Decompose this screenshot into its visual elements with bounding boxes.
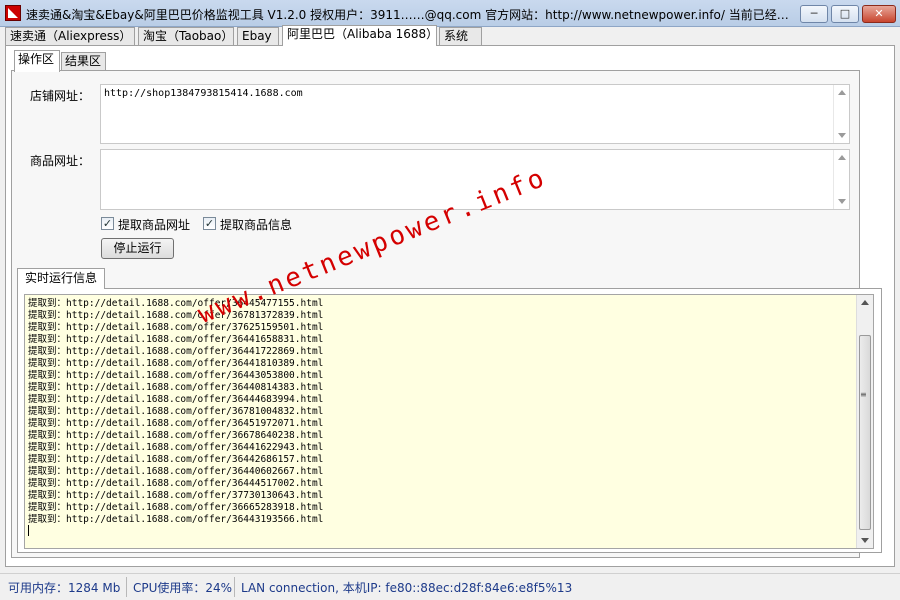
tab-alibaba[interactable]: 阿里巴巴（Alibaba 1688） xyxy=(282,25,438,46)
log-line: 提取到：http://detail.1688.com/offer/3644268… xyxy=(28,454,324,465)
stop-button[interactable]: 停止运行 xyxy=(101,238,174,259)
close-button[interactable]: ✕ xyxy=(862,5,896,23)
log-line: 提取到：http://detail.1688.com/offer/3644181… xyxy=(28,358,324,369)
log-line: 提取到：http://detail.1688.com/offer/3644172… xyxy=(28,346,324,357)
shop-url-label: 店铺网址： xyxy=(30,89,91,103)
window-title: 速卖通&淘宝&Ebay&阿里巴巴价格监视工具 V1.2.0 授权用户：3911…… xyxy=(26,8,789,22)
scroll-up-icon[interactable] xyxy=(861,300,869,305)
shop-url-value: http://shop1384793815414.1688.com xyxy=(104,88,303,99)
log-line: 提取到：http://detail.1688.com/offer/3644165… xyxy=(28,334,324,345)
grip-icon: ≡ xyxy=(860,390,867,399)
subtab-operations[interactable]: 操作区 xyxy=(14,50,60,72)
log-line: 提取到：http://detail.1688.com/offer/3666528… xyxy=(28,502,324,513)
text-cursor xyxy=(28,525,29,536)
log-line: 提取到：http://detail.1688.com/offer/3644305… xyxy=(28,370,324,381)
minimize-button[interactable]: ─ xyxy=(800,5,828,23)
product-url-scrollbar[interactable] xyxy=(833,150,849,209)
status-bar: 可用内存：1284 Mb CPU使用率：24% LAN connection, … xyxy=(0,573,900,600)
log-line: 提取到：http://detail.1688.com/offer/3644468… xyxy=(28,394,324,405)
subtab-results[interactable]: 结果区 xyxy=(61,52,106,71)
tab-aliexpress[interactable]: 速卖通（Aliexpress） xyxy=(5,27,135,46)
shop-url-scrollbar[interactable] xyxy=(833,85,849,143)
log-line: 提取到：http://detail.1688.com/offer/3762515… xyxy=(28,322,324,333)
log-line: 提取到：http://detail.1688.com/offer/3644060… xyxy=(28,466,324,477)
log-line: 提取到：http://detail.1688.com/offer/3667864… xyxy=(28,430,324,441)
tab-system[interactable]: 系统 xyxy=(439,27,482,46)
extract-info-checkbox[interactable]: ✓ xyxy=(203,217,216,230)
log-line: 提取到：http://detail.1688.com/offer/3644319… xyxy=(28,514,324,525)
status-separator xyxy=(126,577,127,597)
log-line: 提取到：http://detail.1688.com/offer/3644451… xyxy=(28,478,324,489)
tab-taobao[interactable]: 淘宝（Taobao） xyxy=(138,27,234,46)
tab-ebay[interactable]: Ebay xyxy=(237,27,279,46)
log-line: 提取到：http://detail.1688.com/offer/3773013… xyxy=(28,490,324,501)
tab-runtime-info[interactable]: 实时运行信息 xyxy=(17,268,105,289)
log-scrollbar[interactable]: ≡ xyxy=(856,295,873,548)
network-status: LAN connection, 本机IP: fe80::88ec:d28f:84… xyxy=(241,581,573,595)
scroll-thumb[interactable] xyxy=(859,335,871,530)
log-line: 提取到：http://detail.1688.com/offer/3678137… xyxy=(28,310,324,321)
extract-urls-label: 提取商品网址 xyxy=(118,218,191,232)
cpu-status: CPU使用率：24% xyxy=(133,581,233,595)
maximize-button[interactable]: □ xyxy=(831,5,859,23)
memory-status: 可用内存：1284 Mb xyxy=(8,581,121,595)
log-lines: 提取到：http://detail.1688.com/offer/3644547… xyxy=(28,298,323,526)
extract-info-label: 提取商品信息 xyxy=(220,218,293,232)
log-line: 提取到：http://detail.1688.com/offer/3645197… xyxy=(28,418,324,429)
scroll-down-icon[interactable] xyxy=(861,538,869,543)
title-bar: 速卖通&淘宝&Ebay&阿里巴巴价格监视工具 V1.2.0 授权用户：3911…… xyxy=(0,0,900,27)
product-url-label: 商品网址： xyxy=(30,154,91,168)
app-logo-icon xyxy=(5,5,21,21)
log-line: 提取到：http://detail.1688.com/offer/3644081… xyxy=(28,382,324,393)
status-separator xyxy=(234,577,235,597)
log-line: 提取到：http://detail.1688.com/offer/3678100… xyxy=(28,406,324,417)
shop-url-input[interactable]: http://shop1384793815414.1688.com xyxy=(100,84,850,144)
runtime-log[interactable]: 提取到：http://detail.1688.com/offer/3644547… xyxy=(24,294,874,549)
log-line: 提取到：http://detail.1688.com/offer/3644162… xyxy=(28,442,324,453)
extract-urls-checkbox[interactable]: ✓ xyxy=(101,217,114,230)
